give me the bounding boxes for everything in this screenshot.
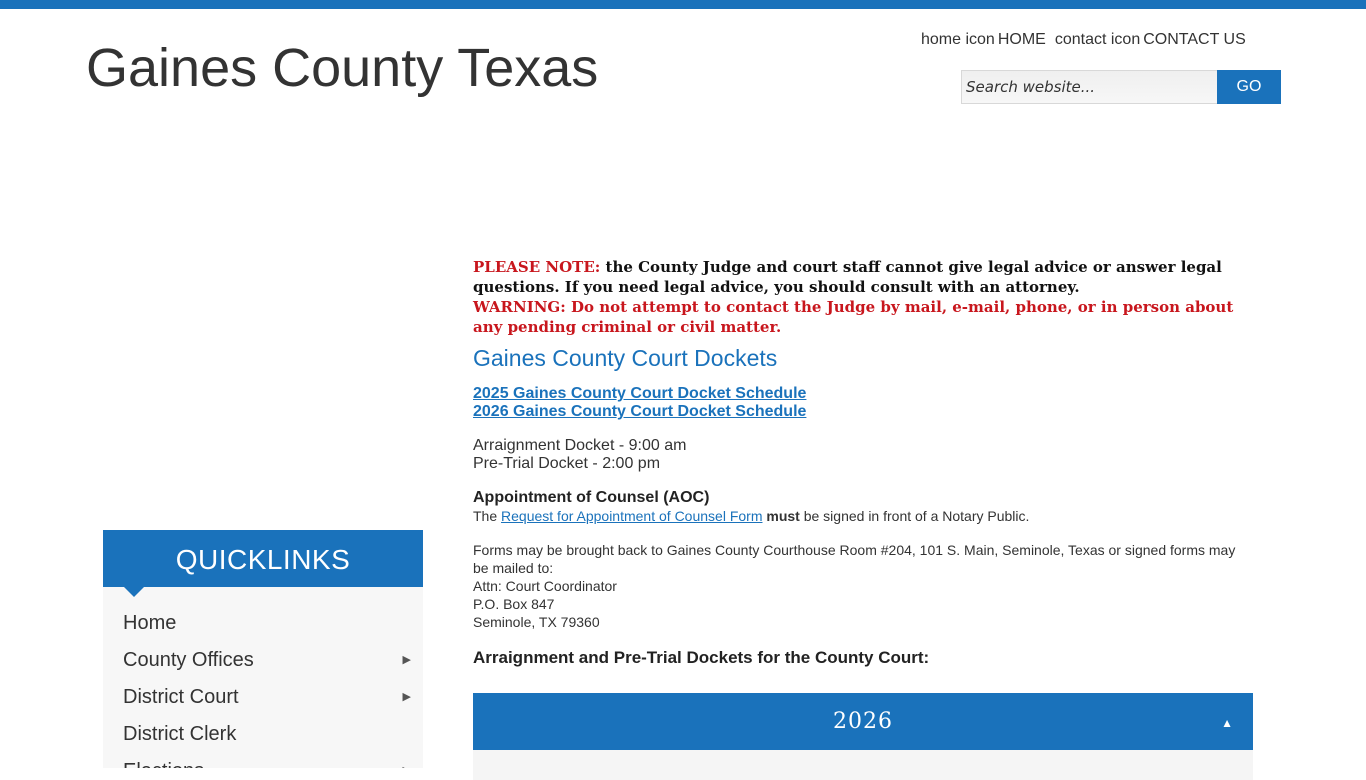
- aoc-suffix: be signed in front of a Notary Public.: [799, 508, 1030, 524]
- search-form: GO: [961, 70, 1281, 104]
- home-icon: home icon: [921, 31, 995, 48]
- aoc-must: must: [766, 508, 800, 524]
- search-button[interactable]: GO: [1217, 70, 1281, 104]
- arraignment-heading: Arraignment and Pre-Trial Dockets for th…: [473, 648, 930, 667]
- home-link-label: HOME: [997, 31, 1046, 48]
- pointer-icon: [124, 587, 144, 597]
- forms-text-block: Forms may be brought back to Gaines Coun…: [473, 541, 1253, 631]
- docket-times: Arraignment Docket - 9:00 am Pre-Trial D…: [473, 437, 1253, 473]
- arraignment-time: Arraignment Docket - 9:00 am: [473, 437, 687, 454]
- quicklinks-panel: QUICKLINKS Home County Offices ▶ District C…: [103, 530, 423, 768]
- quicklink-item[interactable]: Elections ▶: [103, 753, 423, 768]
- section-title: Gaines County Court Dockets: [473, 345, 778, 371]
- note-label: PLEASE NOTE:: [473, 258, 601, 276]
- docket-link-2025[interactable]: 2025 Gaines County Court Docket Schedule: [473, 385, 1253, 403]
- home-link[interactable]: home icon HOME: [921, 31, 1046, 49]
- pretrial-time: Pre-Trial Docket - 2:00 pm: [473, 455, 661, 472]
- triangle-right-icon[interactable]: ▶: [403, 679, 411, 716]
- triangle-right-icon[interactable]: ▶: [403, 642, 411, 679]
- triangle-right-icon[interactable]: ▶: [403, 753, 411, 768]
- quicklink-label: Elections: [123, 760, 204, 768]
- contact-icon: contact icon: [1054, 31, 1141, 48]
- search-input[interactable]: [961, 70, 1217, 104]
- forms-text: Forms may be brought back to Gaines Coun…: [473, 542, 1236, 576]
- aoc-title: Appointment of Counsel (AOC): [473, 489, 710, 506]
- accordion-2026[interactable]: 2026 ▲: [473, 693, 1253, 750]
- quicklinks-title: QUICKLINKS: [103, 530, 423, 597]
- accordion-body: [473, 750, 1253, 780]
- contact-link[interactable]: contact icon CONTACT US: [1055, 31, 1246, 49]
- aoc-prefix: The: [473, 508, 502, 524]
- quicklink-item[interactable]: District Clerk: [103, 716, 423, 753]
- main-content: PLEASE NOTE: the County Judge and court …: [473, 257, 1253, 780]
- quicklinks-title-text: QUICKLINKS: [175, 544, 351, 575]
- utility-links: home icon HOME contact icon CONTACT US: [921, 31, 1246, 49]
- quicklink-item[interactable]: Home: [103, 605, 423, 642]
- quicklink-item[interactable]: County Offices ▶: [103, 642, 423, 679]
- address-line-2: P.O. Box 847: [473, 596, 555, 612]
- warning-text: WARNING: Do not attempt to contact the J…: [473, 298, 1234, 336]
- contact-link-label: CONTACT US: [1143, 31, 1246, 48]
- address-line-1: Attn: Court Coordinator: [473, 578, 617, 594]
- quicklinks-list: Home County Offices ▶ District Court ▶ Distri…: [103, 587, 423, 768]
- address-line-3: Seminole, TX 79360: [473, 614, 600, 630]
- quicklink-label: District Clerk: [123, 723, 237, 745]
- legal-notice: PLEASE NOTE: the County Judge and court …: [473, 257, 1253, 337]
- docket-links: 2025 Gaines County Court Docket Schedule…: [473, 385, 1253, 421]
- quicklink-label: Home: [123, 612, 177, 634]
- site-title[interactable]: Gaines County Texas: [86, 36, 598, 101]
- docket-link-2026[interactable]: 2026 Gaines County Court Docket Schedule: [473, 403, 1253, 421]
- quicklink-label: County Offices: [123, 649, 254, 671]
- quicklink-item[interactable]: District Court ▶: [103, 679, 423, 716]
- top-accent-bar: [0, 0, 1366, 9]
- aoc-text: The Request for Appointment of Counsel F…: [473, 507, 1253, 525]
- quicklink-label: District Court: [123, 686, 239, 708]
- accordion-label: 2026: [833, 709, 893, 734]
- aoc-form-link[interactable]: Request for Appointment of Counsel Form: [501, 508, 762, 524]
- triangle-up-icon: ▲: [1221, 716, 1233, 730]
